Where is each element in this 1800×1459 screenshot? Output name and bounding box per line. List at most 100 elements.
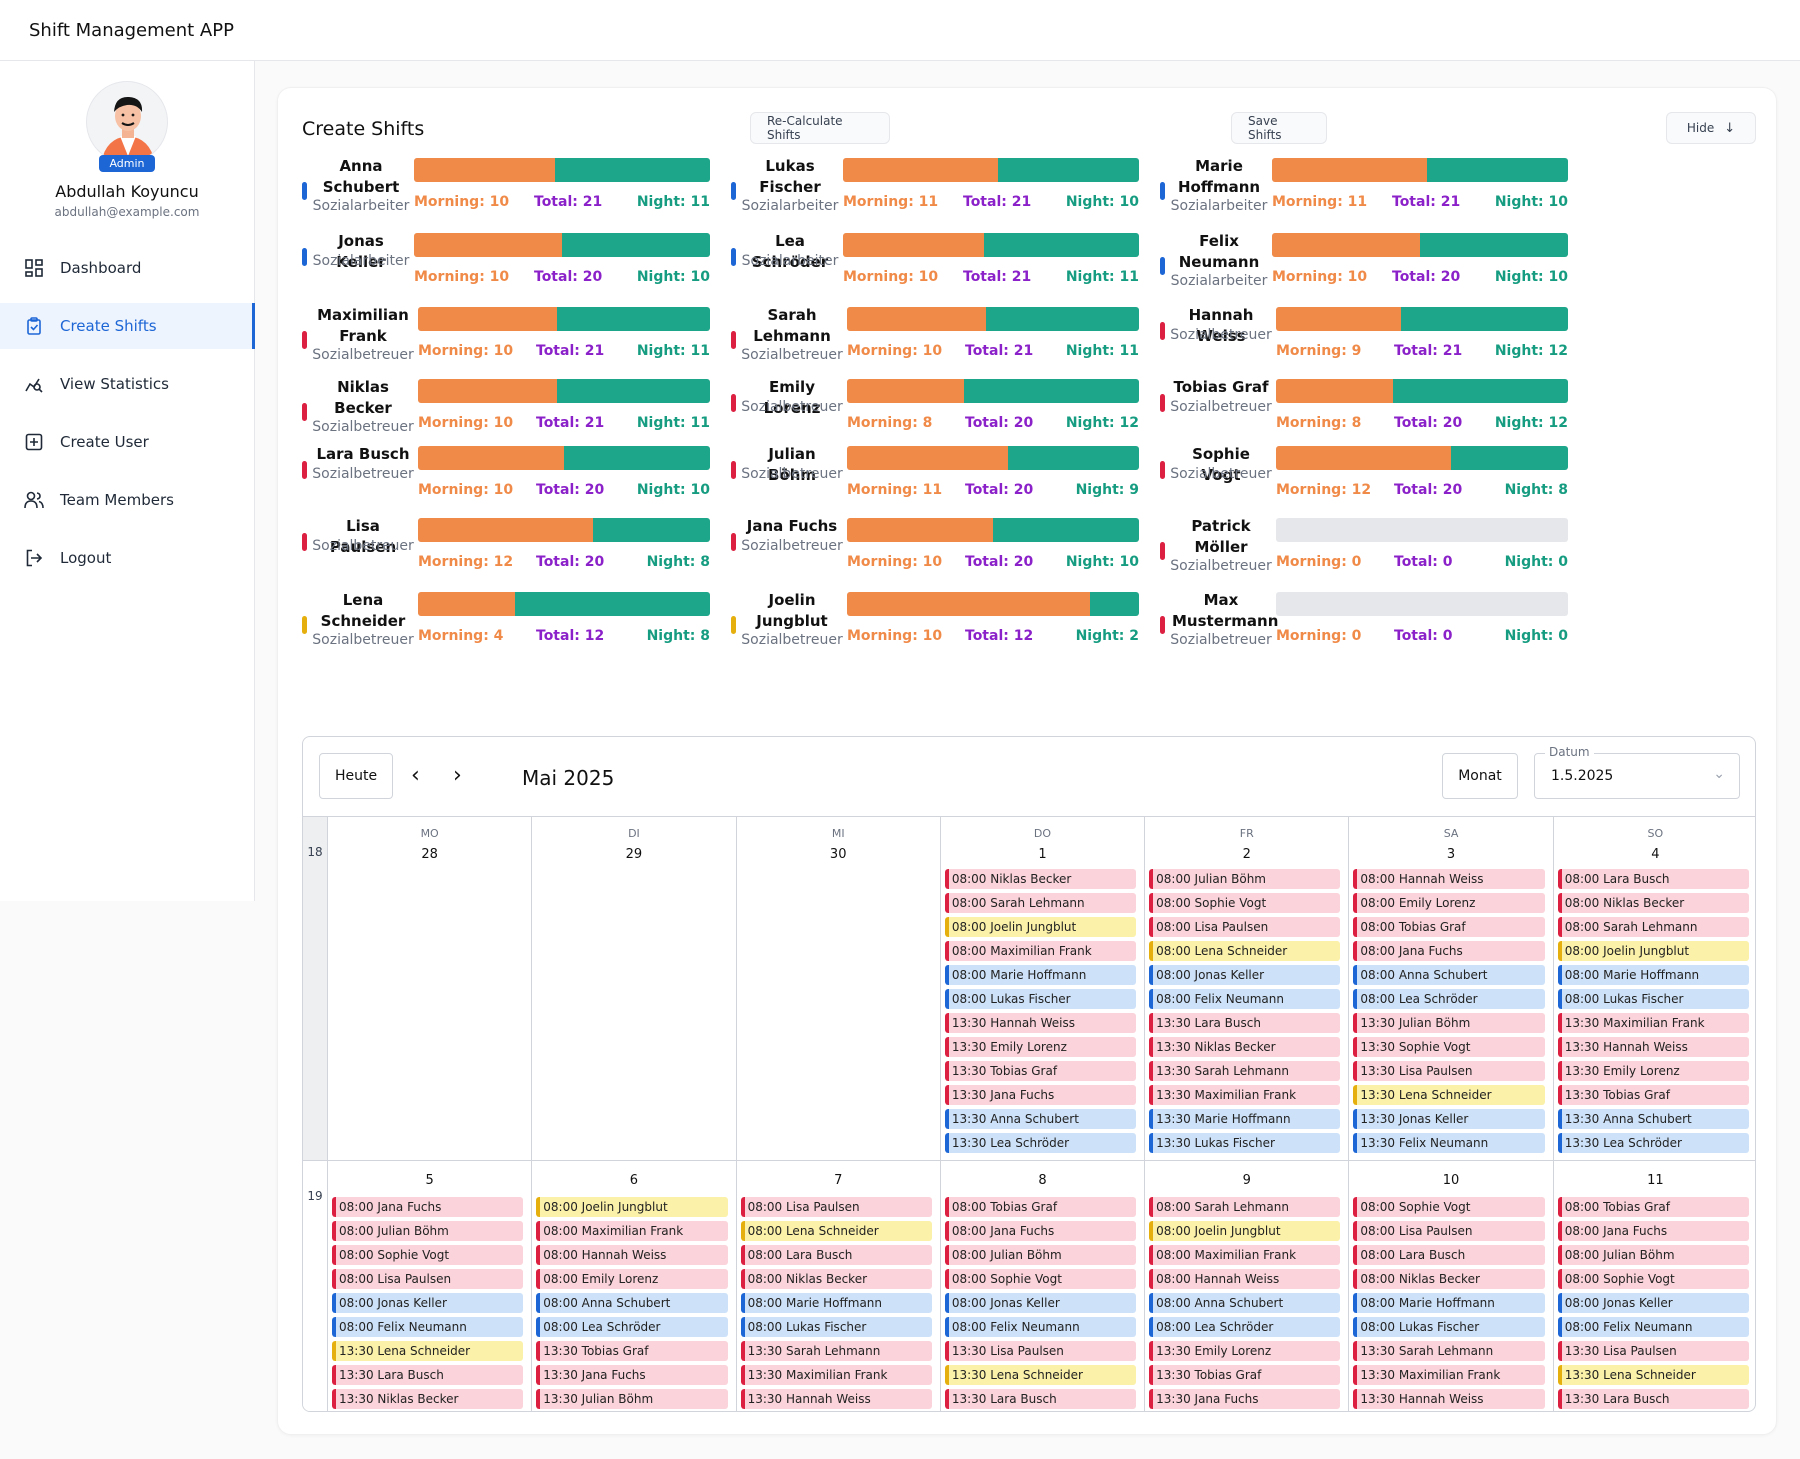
shift-event[interactable]: 08:00 Hannah Weiss xyxy=(536,1245,728,1265)
shift-event[interactable]: 13:30 Sarah Lehmann xyxy=(740,1341,932,1361)
calendar-day-cell[interactable]: 8 08:00 Tobias Graf 08:00 Jana Fuchs 08:00 … xyxy=(939,1161,1144,1411)
shift-event[interactable]: 13:30 Marie Hoffmann xyxy=(1149,1109,1341,1129)
shift-event[interactable]: 08:00 Jana Fuchs xyxy=(1557,1221,1749,1241)
chevron-left-icon[interactable]: ‹ xyxy=(411,765,420,787)
shift-event[interactable]: 13:30 Jana Fuchs xyxy=(944,1085,1137,1105)
shift-event[interactable]: 08:00 Sophie Vogt xyxy=(1353,1197,1545,1217)
shift-event[interactable]: 13:30 Lea Schröder xyxy=(1557,1133,1749,1153)
shift-event[interactable]: 13:30 Sarah Lehmann xyxy=(1353,1341,1545,1361)
shift-event[interactable]: 13:30 Lena Schneider xyxy=(1557,1365,1749,1385)
calendar-day-cell[interactable]: DO 1 08:00 Niklas Becker 08:00 Sarah Lehman… xyxy=(939,817,1144,1160)
shift-event[interactable]: 08:00 Jana Fuchs xyxy=(332,1197,524,1217)
shift-event[interactable]: 08:00 Lara Busch xyxy=(740,1245,932,1265)
shift-event[interactable]: 08:00 Lara Busch xyxy=(1353,1245,1545,1265)
sidebar-item-view-statistics[interactable]: View Statistics xyxy=(0,361,254,407)
shift-event[interactable]: 08:00 Maximilian Frank xyxy=(1149,1245,1341,1265)
shift-event[interactable]: 08:00 Lisa Paulsen xyxy=(1149,917,1341,937)
shift-event[interactable]: 08:00 Marie Hoffmann xyxy=(1353,1293,1545,1313)
sidebar-item-create-user[interactable]: Create User xyxy=(0,419,254,465)
shift-event[interactable]: 08:00 Joelin Jungblut xyxy=(536,1197,728,1217)
calendar-day-cell[interactable]: DI 29 xyxy=(531,817,735,1160)
shift-event[interactable]: 13:30 Emily Lorenz xyxy=(1557,1061,1749,1081)
shift-event[interactable]: 08:00 Sophie Vogt xyxy=(1149,893,1341,913)
calendar-day-cell[interactable]: SO 4 08:00 Lara Busch 08:00 Niklas Becker 08… xyxy=(1552,817,1755,1160)
shift-event[interactable]: 13:30 Anna Schubert xyxy=(1557,1109,1749,1129)
shift-event[interactable]: 13:30 Niklas Becker xyxy=(1149,1037,1341,1057)
calendar-day-cell[interactable]: 10 08:00 Sophie Vogt 08:00 Lisa Paulsen 08:… xyxy=(1348,1161,1552,1411)
shift-event[interactable]: 08:00 Niklas Becker xyxy=(1557,893,1749,913)
shift-event[interactable]: 13:30 Lara Busch xyxy=(332,1365,524,1385)
shift-event[interactable]: 08:00 Jana Fuchs xyxy=(944,1221,1137,1241)
shift-event[interactable]: 13:30 Hannah Weiss xyxy=(944,1013,1137,1033)
shift-event[interactable]: 08:00 Lea Schröder xyxy=(1353,989,1545,1009)
recalculate-shifts-button[interactable]: Re-Calculate Shifts xyxy=(750,112,890,144)
shift-event[interactable]: 08:00 Julian Böhm xyxy=(1149,869,1341,889)
shift-event[interactable]: 13:30 Hannah Weiss xyxy=(1557,1037,1749,1057)
shift-event[interactable]: 08:00 Tobias Graf xyxy=(1557,1197,1749,1217)
shift-event[interactable]: 13:30 Julian Böhm xyxy=(1353,1013,1545,1033)
calendar-day-cell[interactable]: 11 08:00 Tobias Graf 08:00 Jana Fuchs 08:00… xyxy=(1552,1161,1755,1411)
shift-event[interactable]: 08:00 Jonas Keller xyxy=(332,1293,524,1313)
shift-event[interactable]: 13:30 Maximilian Frank xyxy=(1353,1365,1545,1385)
shift-event[interactable]: 13:30 Maximilian Frank xyxy=(1149,1085,1341,1105)
shift-event[interactable]: 08:00 Anna Schubert xyxy=(1149,1293,1341,1313)
shift-event[interactable]: 08:00 Sarah Lehmann xyxy=(1557,917,1749,937)
calendar-day-cell[interactable]: MO 28 xyxy=(327,817,531,1160)
calendar-day-cell[interactable]: SA 3 08:00 Hannah Weiss 08:00 Emily Lorenz 0… xyxy=(1348,817,1552,1160)
shift-event[interactable]: 08:00 Lena Schneider xyxy=(1149,941,1341,961)
shift-event[interactable]: 08:00 Sophie Vogt xyxy=(1557,1269,1749,1289)
shift-event[interactable]: 13:30 Hannah Weiss xyxy=(740,1389,932,1409)
shift-event[interactable]: 08:00 Jana Fuchs xyxy=(1353,941,1545,961)
calendar-day-cell[interactable]: 7 08:00 Lisa Paulsen 08:00 Lena Schneider 0… xyxy=(735,1161,940,1411)
shift-event[interactable]: 08:00 Lukas Fischer xyxy=(944,989,1137,1009)
shift-event[interactable]: 08:00 Joelin Jungblut xyxy=(1149,1221,1341,1241)
shift-event[interactable]: 13:30 Tobias Graf xyxy=(944,1061,1137,1081)
shift-event[interactable]: 08:00 Jonas Keller xyxy=(1149,965,1341,985)
shift-event[interactable]: 08:00 Lukas Fischer xyxy=(740,1317,932,1337)
shift-event[interactable]: 13:30 Maximilian Frank xyxy=(740,1365,932,1385)
shift-event[interactable]: 08:00 Niklas Becker xyxy=(740,1269,932,1289)
date-select[interactable]: Datum 1.5.2025 ⌄ xyxy=(1534,745,1740,799)
shift-event[interactable]: 08:00 Jonas Keller xyxy=(944,1293,1137,1313)
shift-event[interactable]: 08:00 Lea Schröder xyxy=(1149,1317,1341,1337)
shift-event[interactable]: 08:00 Anna Schubert xyxy=(1353,965,1545,985)
shift-event[interactable]: 08:00 Emily Lorenz xyxy=(1353,893,1545,913)
shift-event[interactable]: 08:00 Joelin Jungblut xyxy=(944,917,1137,937)
save-shifts-button[interactable]: Save Shifts xyxy=(1231,112,1327,144)
shift-event[interactable]: 08:00 Lara Busch xyxy=(1557,869,1749,889)
shift-event[interactable]: 08:00 Lisa Paulsen xyxy=(740,1197,932,1217)
calendar-day-cell[interactable]: FR 2 08:00 Julian Böhm 08:00 Sophie Vogt 08:… xyxy=(1144,817,1348,1160)
shift-event[interactable]: 08:00 Felix Neumann xyxy=(944,1317,1137,1337)
shift-event[interactable]: 13:30 Sarah Lehmann xyxy=(1149,1061,1341,1081)
calendar-day-cell[interactable]: 6 08:00 Joelin Jungblut 08:00 Maximilian F… xyxy=(531,1161,735,1411)
shift-event[interactable]: 13:30 Anna Schubert xyxy=(944,1109,1137,1129)
shift-event[interactable]: 13:30 Julian Böhm xyxy=(536,1389,728,1409)
shift-event[interactable]: 13:30 Tobias Graf xyxy=(536,1341,728,1361)
shift-event[interactable]: 13:30 Lena Schneider xyxy=(1353,1085,1545,1105)
shift-event[interactable]: 13:30 Lisa Paulsen xyxy=(944,1341,1137,1361)
shift-event[interactable]: 13:30 Lara Busch xyxy=(1557,1389,1749,1409)
shift-event[interactable]: 08:00 Sophie Vogt xyxy=(944,1269,1137,1289)
shift-event[interactable]: 13:30 Lea Schröder xyxy=(944,1133,1137,1153)
shift-event[interactable]: 08:00 Julian Böhm xyxy=(1557,1245,1749,1265)
shift-event[interactable]: 13:30 Jana Fuchs xyxy=(536,1365,728,1385)
shift-event[interactable]: 08:00 Emily Lorenz xyxy=(536,1269,728,1289)
shift-event[interactable]: 08:00 Jonas Keller xyxy=(1557,1293,1749,1313)
shift-event[interactable]: 08:00 Lisa Paulsen xyxy=(1353,1221,1545,1241)
chevron-right-icon[interactable]: › xyxy=(453,765,462,787)
shift-event[interactable]: 08:00 Julian Böhm xyxy=(332,1221,524,1241)
shift-event[interactable]: 13:30 Lara Busch xyxy=(1149,1013,1341,1033)
shift-event[interactable]: 08:00 Sophie Vogt xyxy=(332,1245,524,1265)
calendar-day-cell[interactable]: 5 08:00 Jana Fuchs 08:00 Julian Böhm 08:00 … xyxy=(327,1161,531,1411)
shift-event[interactable]: 08:00 Niklas Becker xyxy=(944,869,1137,889)
shift-event[interactable]: 08:00 Tobias Graf xyxy=(944,1197,1137,1217)
shift-event[interactable]: 08:00 Marie Hoffmann xyxy=(944,965,1137,985)
shift-event[interactable]: 08:00 Felix Neumann xyxy=(332,1317,524,1337)
shift-event[interactable]: 13:30 Lara Busch xyxy=(944,1389,1137,1409)
shift-event[interactable]: 08:00 Lukas Fischer xyxy=(1353,1317,1545,1337)
shift-event[interactable]: 08:00 Lisa Paulsen xyxy=(332,1269,524,1289)
shift-event[interactable]: 13:30 Felix Neumann xyxy=(1353,1133,1545,1153)
shift-event[interactable]: 13:30 Lena Schneider xyxy=(332,1341,524,1361)
shift-event[interactable]: 13:30 Lisa Paulsen xyxy=(1353,1061,1545,1081)
month-view-button[interactable]: Monat xyxy=(1442,753,1518,799)
